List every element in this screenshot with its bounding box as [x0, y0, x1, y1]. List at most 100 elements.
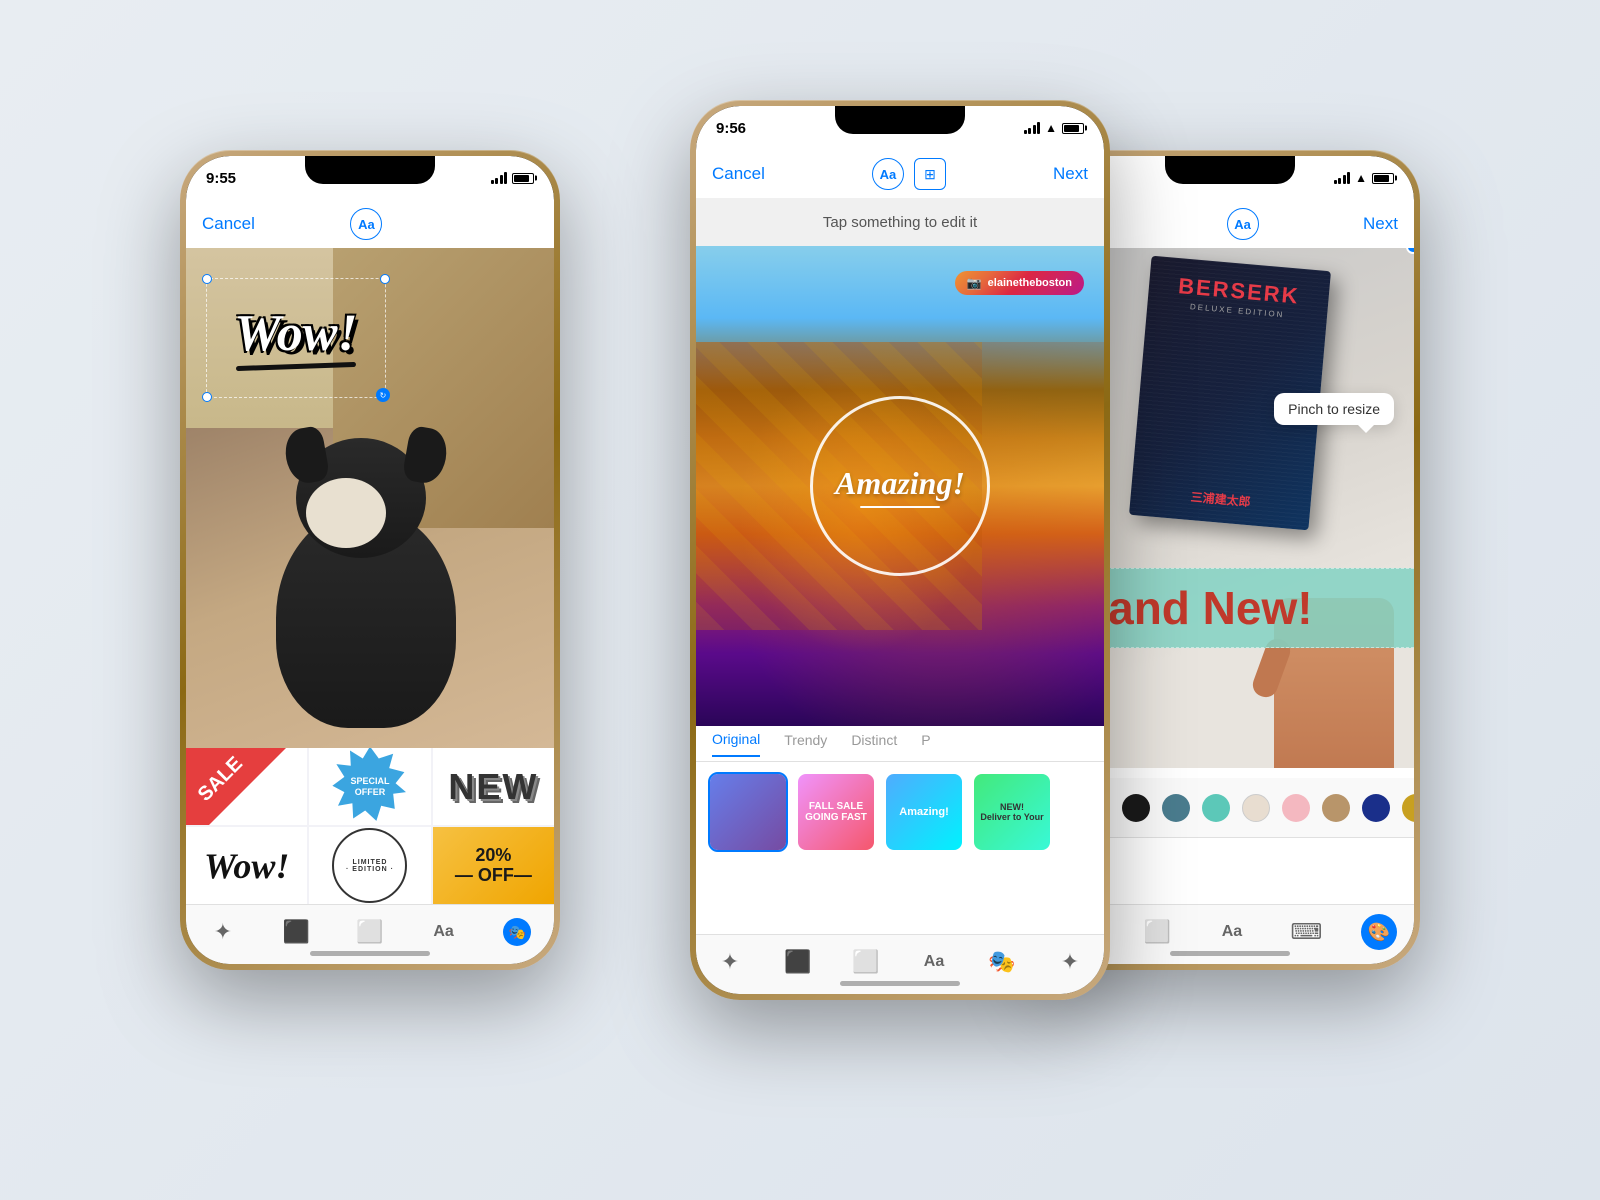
- next-button-center[interactable]: Next: [1053, 164, 1088, 184]
- aa-button-right[interactable]: Aa: [1227, 208, 1259, 240]
- battery-icon-right: [1372, 173, 1394, 184]
- thumb-4[interactable]: NEW!Deliver to Your: [972, 772, 1052, 852]
- keyboard-icon-right[interactable]: ⌨: [1286, 912, 1326, 952]
- color-black[interactable]: [1122, 794, 1150, 822]
- sticker-20off[interactable]: 20%— OFF—: [433, 827, 554, 904]
- wow-underline: [236, 361, 356, 370]
- thumb-3[interactable]: Amazing!: [884, 772, 964, 852]
- home-indicator-right: [1170, 951, 1290, 956]
- dog-figure: [246, 428, 496, 728]
- handle-bl[interactable]: [202, 392, 212, 402]
- status-icons-left: [491, 172, 535, 184]
- wifi-icon-center: ▲: [1045, 121, 1057, 135]
- color-tan[interactable]: [1322, 794, 1350, 822]
- tab-distinct[interactable]: Distinct: [851, 732, 897, 756]
- sticker-new[interactable]: NEW: [433, 748, 554, 825]
- crop-icon-center[interactable]: ⬜: [846, 942, 886, 982]
- text-icon-left[interactable]: Aa: [424, 912, 464, 952]
- pinch-tooltip-text: Pinch to resize: [1288, 401, 1380, 417]
- nav-bar-center: Cancel Aa ⊞ Next: [696, 150, 1104, 198]
- limited-circle: LIMITED· EDITION ·: [332, 828, 407, 903]
- color-cream[interactable]: [1242, 794, 1270, 822]
- signal-icon-left: [491, 172, 508, 184]
- time-center: 9:56: [716, 120, 746, 137]
- sticker-sale[interactable]: SALE: [186, 748, 307, 825]
- next-button-right[interactable]: Next: [1363, 214, 1398, 234]
- sticker-wow2[interactable]: Wow!: [186, 827, 307, 904]
- wow2-label: Wow!: [204, 845, 289, 887]
- sticker-icon-left[interactable]: 🎭: [497, 912, 537, 952]
- special-offer-label: SPECIALOFFER: [350, 776, 389, 798]
- sticker-icon-center[interactable]: 🎭: [982, 942, 1022, 982]
- amazing-circle[interactable]: Amazing!: [810, 396, 990, 576]
- hint-bar: Tap something to edit it: [696, 198, 1104, 246]
- extra-icon-center[interactable]: ✦: [1050, 942, 1090, 982]
- nav-center-icons: Aa ⊞: [872, 158, 946, 190]
- tab-original[interactable]: Original: [712, 731, 760, 757]
- frame-icon-center[interactable]: ⬛: [778, 942, 818, 982]
- signal-icon-center: [1024, 122, 1041, 134]
- home-indicator-center: [840, 981, 960, 986]
- crop-icon-right[interactable]: ⬜: [1138, 912, 1178, 952]
- thumb-img-2: FALL SALEGOING FAST: [798, 774, 874, 850]
- thumb-1[interactable]: [708, 772, 788, 852]
- aa-button-center[interactable]: Aa: [872, 158, 904, 190]
- image-button-center[interactable]: ⊞: [914, 158, 946, 190]
- text-icon-center[interactable]: Aa: [914, 942, 954, 982]
- cancel-button-left[interactable]: Cancel: [202, 214, 255, 234]
- color-gold[interactable]: [1402, 794, 1414, 822]
- nav-bar-left: Cancel Aa: [186, 200, 554, 248]
- aa-button-left[interactable]: Aa: [350, 208, 382, 240]
- battery-icon-center: [1062, 123, 1084, 134]
- thumb-img-4: NEW!Deliver to Your: [974, 774, 1050, 850]
- status-icons-center: ▲: [1024, 121, 1084, 135]
- sticker-limited[interactable]: LIMITED· EDITION ·: [309, 827, 430, 904]
- text-icon-right[interactable]: Aa: [1212, 912, 1252, 952]
- wifi-icon-right: ▲: [1355, 171, 1367, 185]
- wow-sticker-selected[interactable]: Wow! ↻: [206, 278, 386, 398]
- phone-left: 9:55 Cancel: [180, 150, 560, 970]
- limited-label: LIMITED· EDITION ·: [346, 859, 394, 873]
- sticker-special-offer[interactable]: SPECIALOFFER: [309, 748, 430, 825]
- tab-p[interactable]: P: [921, 732, 930, 756]
- notch-center: [835, 106, 965, 134]
- template-thumbnails: FALL SALEGOING FAST Amazing! NEW!Deliver…: [696, 762, 1104, 862]
- template-tabs: Original Trendy Distinct P: [696, 726, 1104, 762]
- instagram-username: elainetheboston: [988, 277, 1072, 289]
- nav-center-left: Aa: [350, 208, 382, 240]
- color-teal[interactable]: [1162, 794, 1190, 822]
- color-mint[interactable]: [1202, 794, 1230, 822]
- color-pink[interactable]: [1282, 794, 1310, 822]
- color-navy[interactable]: [1362, 794, 1390, 822]
- sparkle-icon-center[interactable]: ✦: [710, 942, 750, 982]
- palette-icon-right[interactable]: 🎨: [1361, 914, 1397, 950]
- nav-center-right: Aa: [1227, 208, 1259, 240]
- signal-icon-right: [1334, 172, 1351, 184]
- thumb-img-3: Amazing!: [886, 774, 962, 850]
- photo-area-center[interactable]: 📷 elainetheboston Amazing!: [696, 246, 1104, 726]
- sparkle-icon-left[interactable]: ✦: [203, 912, 243, 952]
- instagram-sticker[interactable]: 📷 elainetheboston: [955, 271, 1084, 295]
- amazing-text: Amazing!: [835, 465, 965, 502]
- handle-tl[interactable]: [202, 274, 212, 284]
- off-label: 20%— OFF—: [455, 846, 532, 886]
- home-indicator-left: [310, 951, 430, 956]
- new-label: NEW: [448, 766, 538, 808]
- thumb-img-1: [710, 774, 786, 850]
- cancel-button-center[interactable]: Cancel: [712, 164, 765, 184]
- thumb-2[interactable]: FALL SALEGOING FAST: [796, 772, 876, 852]
- handle-rotate[interactable]: ↻: [376, 388, 390, 402]
- wow-text: Wow!: [234, 308, 357, 360]
- pinch-tooltip: Pinch to resize: [1274, 393, 1394, 425]
- crop-icon-left[interactable]: ⬜: [350, 912, 390, 952]
- dog-background: Wow! ↻: [186, 248, 554, 748]
- frame-icon-left[interactable]: ⬛: [276, 912, 316, 952]
- special-badge: SPECIALOFFER: [330, 748, 410, 825]
- handle-tr[interactable]: [380, 274, 390, 284]
- battery-icon-left: [512, 173, 534, 184]
- photo-area-left[interactable]: Wow! ↻: [186, 248, 554, 748]
- status-icons-right: ▲: [1334, 171, 1394, 185]
- tab-trendy[interactable]: Trendy: [784, 732, 827, 756]
- building-background: 📷 elainetheboston Amazing!: [696, 246, 1104, 726]
- sticker-grid: SALE SPECIALOFFER NEW Wow!: [186, 748, 554, 904]
